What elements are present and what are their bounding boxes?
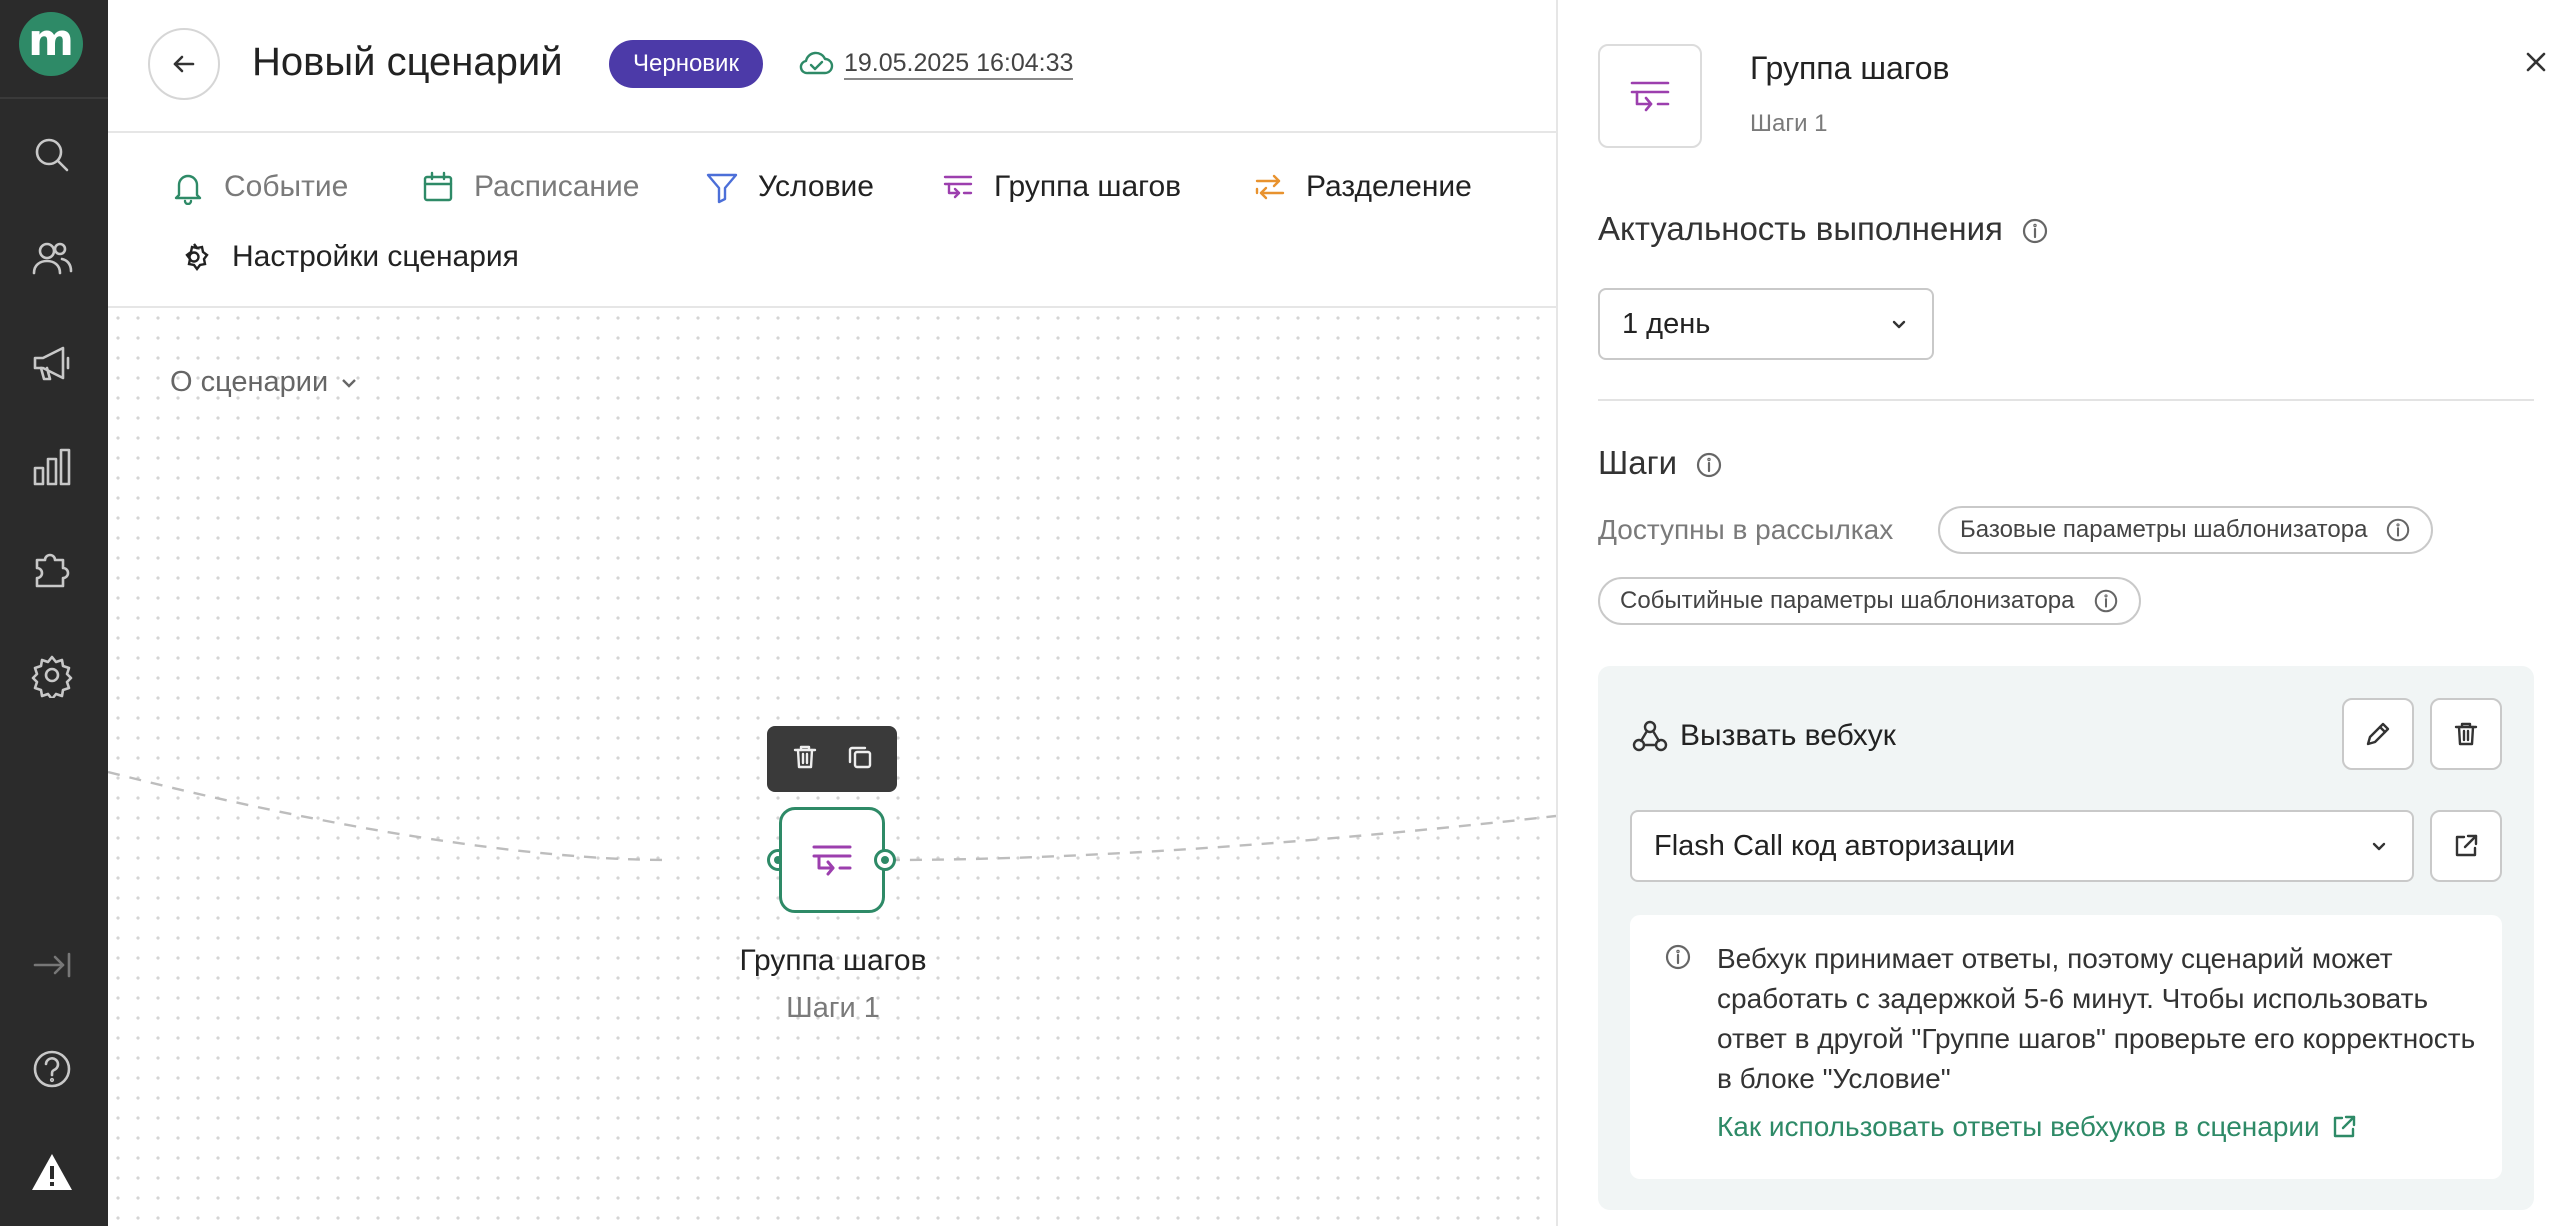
chevron-down-icon	[2372, 842, 2386, 851]
tool-split-label: Разделение	[1306, 170, 1472, 203]
step-group-icon	[1630, 81, 1670, 112]
panel-block-icon	[1598, 44, 1702, 148]
webhook-help-link[interactable]: Как использовать ответы вебхуков в сцена…	[1717, 1111, 2358, 1143]
bell-icon	[174, 174, 202, 205]
steps-heading-label: Шаги	[1598, 444, 1678, 481]
integrations-puzzle-icon[interactable]	[29, 546, 75, 592]
relevance-select[interactable]: 1 день	[1598, 288, 1934, 360]
node-output-port[interactable]	[874, 849, 896, 871]
close-icon	[2526, 52, 2546, 72]
help-icon[interactable]	[29, 1046, 75, 1092]
external-link-icon	[2333, 1115, 2355, 1138]
filter-icon	[706, 173, 738, 204]
close-panel-button[interactable]	[2518, 44, 2554, 80]
tool-split[interactable]: Разделение	[1252, 161, 1472, 213]
step-group-icon	[943, 175, 973, 199]
node-subtitle: Шаги 1	[786, 992, 880, 1024]
logo-letter: m	[28, 15, 74, 66]
analytics-chart-icon[interactable]	[29, 444, 75, 490]
edit-step-button[interactable]	[2342, 698, 2414, 770]
step-group-icon	[812, 845, 852, 876]
cloud-saved-icon	[798, 48, 834, 78]
info-icon[interactable]	[2385, 517, 2411, 543]
step-group-panel: Группа шагов Шаги 1 Актуальность выполне…	[1556, 0, 2574, 1226]
chip-label: Событийные параметры шаблонизатора	[1620, 587, 2075, 614]
gear-icon	[185, 243, 209, 271]
info-icon[interactable]	[2021, 215, 2049, 244]
delete-step-button[interactable]	[2430, 698, 2502, 770]
external-link-icon	[2455, 834, 2478, 857]
scenario-header: Новый сценарий Черновик 19.05.2025 16:04…	[108, 0, 1556, 133]
node-title: Группа шагов	[739, 944, 927, 977]
gear-icon[interactable]	[29, 652, 75, 701]
warning-icon[interactable]	[29, 1150, 75, 1196]
app-logo[interactable]: m	[19, 12, 83, 76]
page-title: Новый сценарий	[252, 40, 563, 84]
webhook-step-card: Вызвать вебхук Flash Call код авторизаци…	[1598, 666, 2534, 1210]
base-template-params-chip[interactable]: Базовые параметры шаблонизатора	[1938, 506, 2434, 554]
scenario-settings-label: Настройки сценария	[232, 240, 519, 273]
megaphone-icon[interactable]	[29, 340, 75, 386]
outgoing-connection	[887, 814, 1556, 862]
step-title-label: Вызвать вебхук	[1680, 719, 1896, 752]
search-icon[interactable]	[29, 132, 75, 178]
panel-subtitle: Шаги 1	[1750, 110, 1828, 137]
copy-icon	[848, 746, 871, 768]
tool-event-label: Событие	[224, 170, 349, 203]
trash-icon	[2454, 722, 2478, 746]
calendar-icon	[423, 171, 453, 202]
tool-step-group[interactable]: Группа шагов	[940, 161, 1181, 213]
event-template-params-chip[interactable]: Событийные параметры шаблонизатора	[1598, 577, 2141, 625]
webhook-icon	[1632, 720, 1668, 752]
relevance-heading: Актуальность выполнения	[1598, 210, 2049, 248]
info-icon	[1664, 943, 1692, 971]
expand-rail-icon[interactable]	[29, 942, 75, 988]
saved-timestamp[interactable]: 19.05.2025 16:04:33	[844, 48, 1074, 80]
chevron-down-icon	[1892, 320, 1906, 329]
relevance-heading-label: Актуальность выполнения	[1598, 210, 2003, 247]
webhook-selected-value: Flash Call код авторизации	[1654, 829, 2016, 862]
available-in-mailings-label: Доступны в рассылках	[1598, 514, 1894, 545]
arrow-left-icon	[173, 55, 195, 73]
open-webhook-button[interactable]	[2430, 810, 2502, 882]
status-badge: Черновик	[609, 40, 763, 88]
webhook-notice: Вебхук принимает ответы, поэтому сценари…	[1630, 915, 2502, 1179]
tool-schedule-label: Расписание	[474, 170, 640, 203]
scenario-settings-button[interactable]: Настройки сценария	[178, 231, 519, 283]
relevance-selected-value: 1 день	[1622, 307, 1711, 340]
panel-title[interactable]: Группа шагов	[1750, 50, 1950, 87]
tool-condition-label: Условие	[758, 170, 874, 203]
steps-heading: Шаги	[1598, 444, 1723, 482]
delete-node-button[interactable]	[791, 743, 819, 776]
incoming-connection	[108, 770, 669, 862]
trash-icon	[793, 745, 816, 768]
notice-text: Вебхук принимает ответы, поэтому сценари…	[1717, 943, 2476, 1094]
rail-divider	[0, 97, 108, 99]
tool-step-group-label: Группа шагов	[994, 170, 1182, 203]
copy-node-button[interactable]	[846, 743, 874, 776]
scenario-canvas[interactable]: О сценарии Группа шагов Шаги 1	[108, 308, 1556, 1226]
left-nav-rail: m	[0, 0, 108, 1226]
tool-event[interactable]: Событие	[170, 161, 348, 213]
webhook-select[interactable]: Flash Call код авторизации	[1630, 810, 2414, 882]
step-title: Вызвать вебхук	[1630, 716, 1896, 756]
pencil-icon	[2366, 722, 2390, 746]
webhook-help-link-label: Как использовать ответы вебхуков в сцена…	[1717, 1111, 2320, 1142]
block-toolbar: Событие Расписание Условие Группа шагов …	[108, 133, 1556, 308]
chip-label: Базовые параметры шаблонизатора	[1960, 516, 2368, 543]
section-divider	[1598, 399, 2534, 401]
tool-condition[interactable]: Условие	[704, 161, 874, 213]
node-toolbar	[767, 726, 897, 792]
users-icon[interactable]	[29, 236, 75, 282]
split-icon	[1255, 174, 1285, 200]
info-icon[interactable]	[2093, 588, 2119, 614]
back-button[interactable]	[148, 28, 220, 100]
tool-schedule[interactable]: Расписание	[420, 161, 639, 213]
step-group-node[interactable]	[779, 807, 885, 913]
info-icon[interactable]	[1695, 449, 1723, 478]
